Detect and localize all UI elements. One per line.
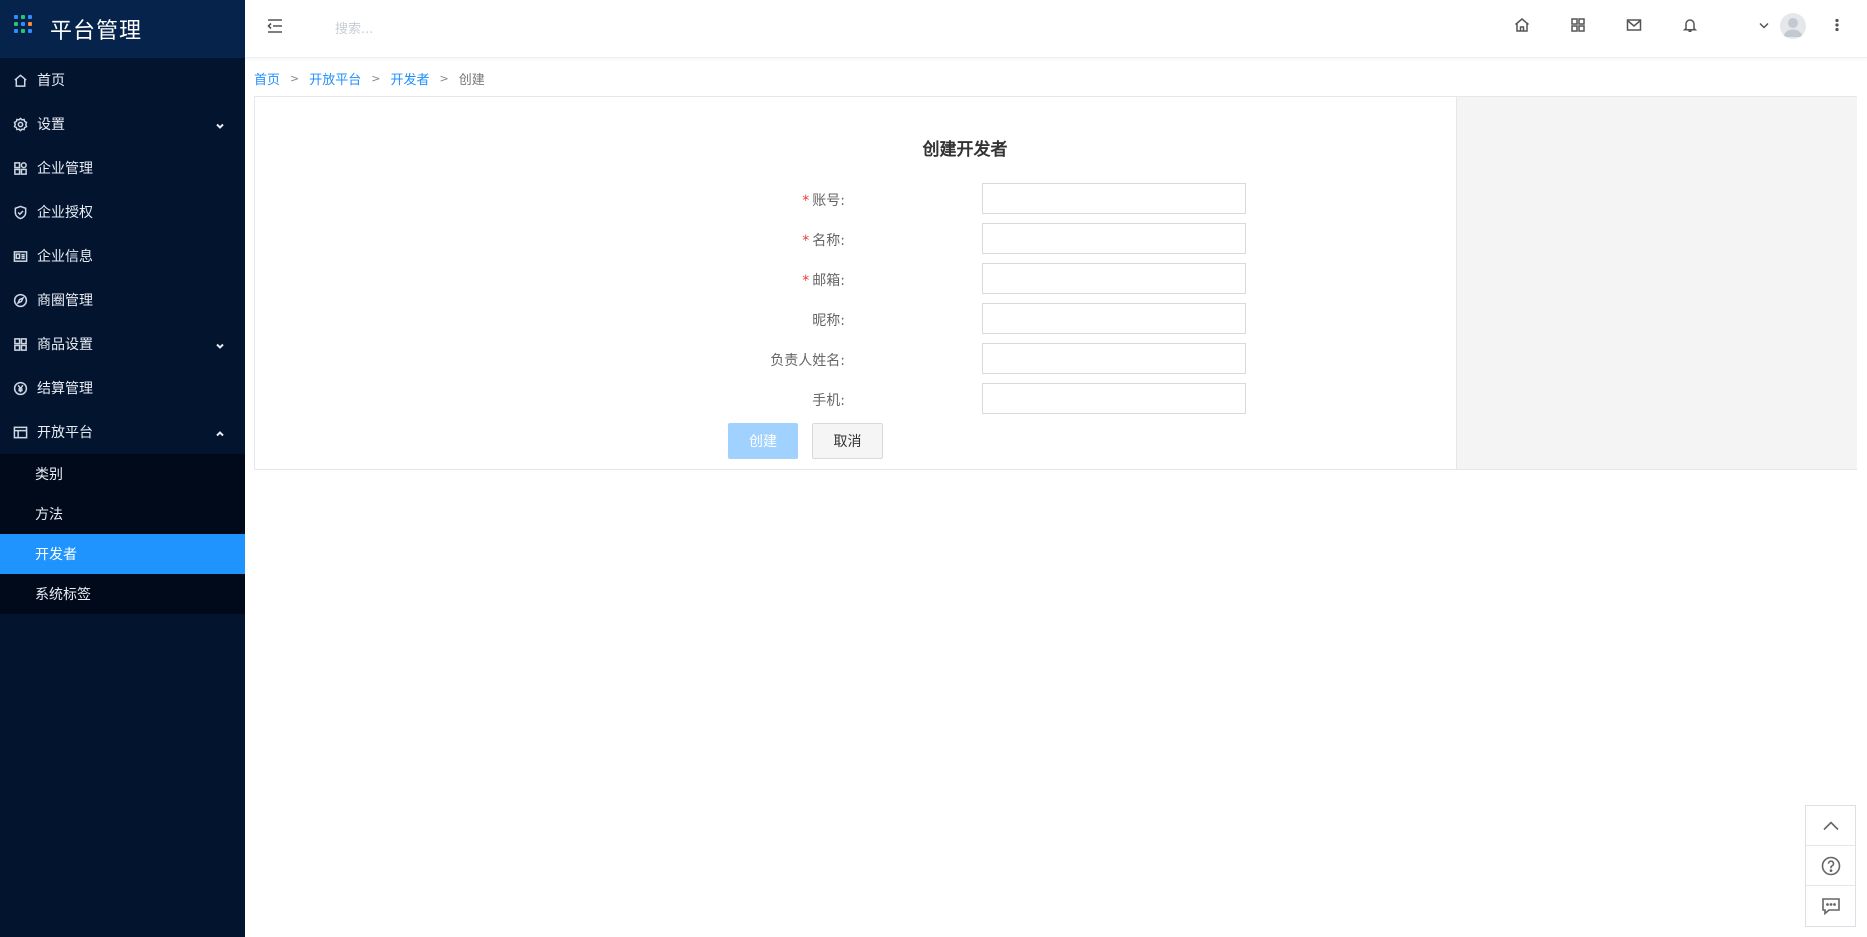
name-label: * 名称: — [802, 233, 845, 249]
breadcrumb-developer[interactable]: 开发者 — [390, 69, 429, 88]
apps-logo-icon — [14, 15, 36, 37]
help-button[interactable] — [1806, 846, 1855, 886]
sidebar-item-business-district[interactable]: 商圈管理 — [0, 278, 245, 322]
sidebar-item-open-platform[interactable]: 开放平台 — [0, 410, 245, 454]
sidebar-item-label: 结算管理 — [37, 381, 93, 397]
email-label: * 邮箱: — [802, 273, 845, 289]
open-platform-submenu: 类别 方法 开发者 系统标签 — [0, 454, 245, 614]
cubes-icon — [14, 161, 27, 175]
home-icon — [14, 73, 27, 87]
name-input[interactable] — [982, 223, 1246, 254]
form-panel: 创建开发者 * 账号: * 名称: * 邮箱: 昵称: 负责人姓名: 手机: 创建 取… — [254, 96, 1857, 470]
sidebar-item-label: 商品设置 — [37, 337, 93, 353]
chevron-down-icon — [215, 119, 225, 129]
help-icon — [1821, 856, 1840, 875]
sidebar-item-product-settings[interactable]: 商品设置 — [0, 322, 245, 366]
menu-fold-icon[interactable] — [265, 16, 285, 36]
sidebar-item-settings[interactable]: 设置 — [0, 102, 245, 146]
submenu-item-developer[interactable]: 开发者 — [0, 534, 245, 574]
create-button[interactable]: 创建 — [728, 423, 798, 459]
form-row-contact-name: 负责人姓名: — [555, 343, 1255, 375]
sidebar-item-enterprise-management[interactable]: 企业管理 — [0, 146, 245, 190]
search-input[interactable] — [335, 16, 595, 42]
phone-label: 手机: — [812, 393, 845, 409]
mail-icon[interactable] — [1625, 16, 1643, 34]
sidebar: 平台管理 首页 设置 企业管理 企业授权 企业信息 商圈管理 商品设置 结算管理… — [0, 0, 245, 937]
nickname-label: 昵称: — [812, 313, 845, 329]
arrow-up-icon — [1822, 820, 1839, 830]
submenu-item-system-tags[interactable]: 系统标签 — [0, 574, 245, 614]
side-panel — [1456, 97, 1857, 469]
table-icon — [13, 426, 28, 438]
brand: 平台管理 — [0, 0, 245, 58]
submenu-item-category[interactable]: 类别 — [0, 454, 245, 494]
form-row-phone: 手机: — [555, 383, 1255, 415]
chevron-down-icon[interactable] — [1758, 16, 1770, 34]
sidebar-item-label: 企业管理 — [37, 161, 93, 177]
required-mark: * — [802, 193, 810, 209]
breadcrumb-home[interactable]: 首页 — [254, 69, 280, 88]
contact-name-label: 负责人姓名: — [770, 353, 845, 369]
sidebar-item-label: 商圈管理 — [37, 293, 93, 309]
sidebar-item-label: 开放平台 — [37, 425, 93, 441]
form-row-nickname: 昵称: — [555, 303, 1255, 335]
required-mark: * — [802, 233, 810, 249]
apps-icon[interactable] — [1569, 16, 1587, 34]
home-icon[interactable] — [1513, 16, 1531, 34]
grid-icon — [14, 337, 27, 351]
form-row-name: * 名称: — [555, 223, 1255, 255]
breadcrumb-separator: > — [371, 72, 381, 85]
chevron-down-icon — [215, 339, 225, 349]
yen-icon — [13, 381, 28, 395]
more-vertical-icon[interactable] — [1832, 16, 1842, 34]
sidebar-item-label: 企业信息 — [37, 249, 93, 265]
feedback-button[interactable] — [1806, 886, 1855, 926]
sidebar-item-label: 企业授权 — [37, 205, 93, 221]
contact-name-input[interactable] — [982, 343, 1246, 374]
top-header — [245, 0, 1867, 58]
account-label: * 账号: — [802, 193, 845, 209]
floating-toolbar — [1805, 805, 1856, 927]
breadcrumb: 首页 > 开放平台 > 开发者 > 创建 — [254, 69, 485, 88]
shield-icon — [14, 205, 27, 219]
feedback-icon — [1821, 898, 1840, 916]
app-title: 平台管理 — [50, 19, 143, 44]
gear-icon — [13, 116, 28, 132]
bell-icon[interactable] — [1681, 16, 1699, 34]
nickname-input[interactable] — [982, 303, 1246, 334]
submenu-item-method[interactable]: 方法 — [0, 494, 245, 534]
breadcrumb-open-platform[interactable]: 开放平台 — [309, 69, 361, 88]
email-input[interactable] — [982, 263, 1246, 294]
breadcrumb-current: 创建 — [458, 73, 485, 88]
sidebar-item-settlement[interactable]: 结算管理 — [0, 366, 245, 410]
account-input[interactable] — [982, 183, 1246, 214]
chevron-up-icon — [215, 427, 225, 437]
id-card-icon — [13, 250, 28, 262]
sidebar-item-home[interactable]: 首页 — [0, 58, 245, 102]
form-row-account: * 账号: — [555, 183, 1255, 215]
form-row-email: * 邮箱: — [555, 263, 1255, 295]
sidebar-item-enterprise-info[interactable]: 企业信息 — [0, 234, 245, 278]
breadcrumb-separator: > — [439, 72, 449, 85]
page-title: 创建开发者 — [922, 140, 1008, 160]
sidebar-item-enterprise-auth[interactable]: 企业授权 — [0, 190, 245, 234]
cancel-button[interactable]: 取消 — [812, 423, 883, 459]
sidebar-item-label: 设置 — [37, 117, 65, 133]
sidebar-nav: 首页 设置 企业管理 企业授权 企业信息 商圈管理 商品设置 结算管理 开放平台 — [0, 58, 245, 454]
phone-input[interactable] — [982, 383, 1246, 414]
back-to-top-button[interactable] — [1806, 806, 1855, 846]
breadcrumb-separator: > — [290, 72, 300, 85]
required-mark: * — [802, 273, 810, 289]
compass-icon — [13, 293, 28, 307]
avatar[interactable] — [1780, 13, 1806, 39]
sidebar-item-label: 首页 — [37, 73, 65, 89]
